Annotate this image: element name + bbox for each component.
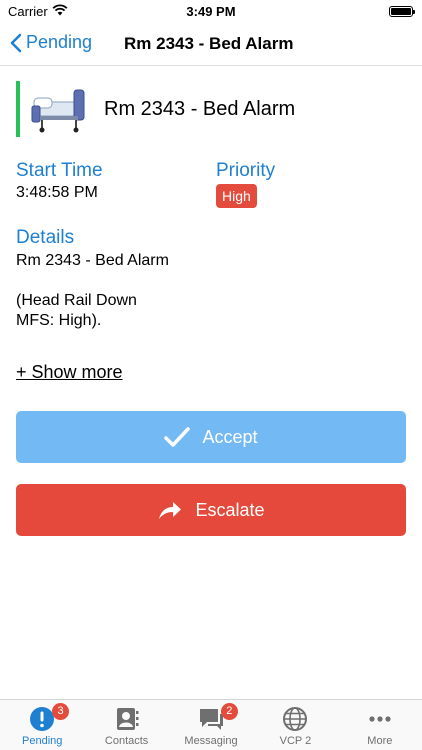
status-bar: Carrier 3:49 PM <box>0 0 422 24</box>
messaging-count-badge: 2 <box>220 703 238 720</box>
alarm-header: Rm 2343 - Bed Alarm <box>16 80 295 138</box>
status-indicator-bar <box>16 81 20 137</box>
checkmark-icon <box>164 427 191 447</box>
alarm-title: Rm 2343 - Bed Alarm <box>104 97 296 120</box>
pending-count-badge: 3 <box>52 703 69 720</box>
back-button[interactable]: Pending <box>10 32 92 53</box>
priority-label: Priority <box>216 160 276 181</box>
priority-badge: High <box>216 184 257 208</box>
chevron-left-icon <box>10 33 22 52</box>
show-more-link[interactable]: + Show more <box>16 362 123 383</box>
tab-label: Messaging <box>184 735 238 747</box>
escalate-button-label: Escalate <box>195 499 265 520</box>
tab-messaging[interactable]: 2 Messaging <box>169 700 253 750</box>
tab-label: VCP 2 <box>279 735 312 747</box>
tab-label: More <box>367 735 393 747</box>
escalate-button[interactable]: Escalate <box>16 484 406 536</box>
status-time: 3:49 PM <box>186 4 236 19</box>
tab-label: Pending <box>22 735 63 747</box>
globe-icon <box>282 706 308 732</box>
accept-button-label: Accept <box>202 426 258 447</box>
more-icon <box>367 706 393 732</box>
page-title: Rm 2343 - Bed Alarm <box>124 34 294 53</box>
details-label: Details <box>16 227 75 248</box>
tab-pending[interactable]: 3 Pending <box>0 700 84 750</box>
contacts-icon <box>114 706 140 732</box>
hospital-bed-icon <box>31 89 85 133</box>
tab-vcp2[interactable]: VCP 2 <box>253 700 337 750</box>
battery-icon <box>389 6 415 17</box>
start-time-label: Start Time <box>16 160 103 181</box>
tab-label: Contacts <box>104 735 149 747</box>
share-arrow-icon <box>159 502 182 519</box>
tab-more[interactable]: More <box>338 700 422 750</box>
tab-bar: 3 Pending Contacts 2 Messaging VCP 2 Mor… <box>0 699 422 750</box>
tab-contacts[interactable]: Contacts <box>84 700 168 750</box>
navigation-bar: Pending Rm 2343 - Bed Alarm <box>0 24 422 66</box>
accept-button[interactable]: Accept <box>16 411 406 463</box>
start-time-value: 3:48:58 PM <box>16 184 98 201</box>
back-button-label: Pending <box>26 32 93 52</box>
details-text: Rm 2343 - Bed Alarm (Head Rail Down MFS:… <box>16 252 169 329</box>
